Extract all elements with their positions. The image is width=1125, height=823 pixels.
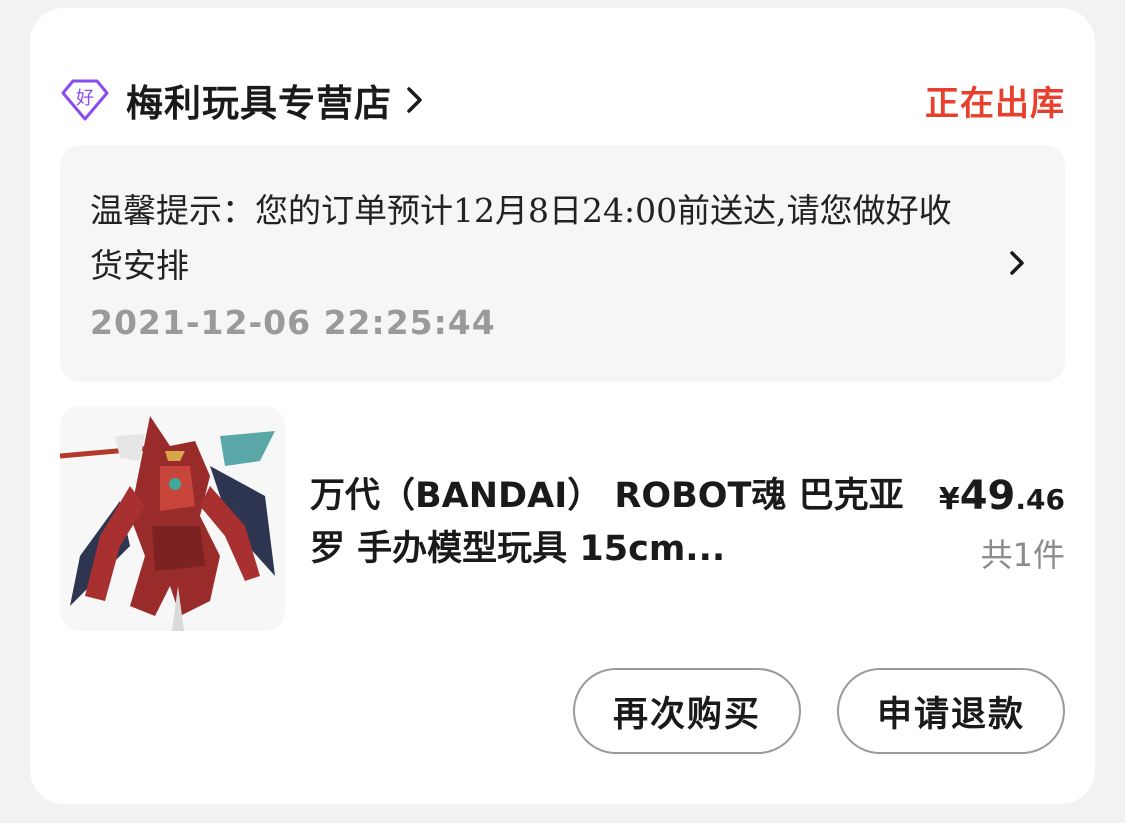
product-quantity: 共1件: [980, 536, 1065, 574]
price-integer: 49: [959, 473, 1016, 519]
delivery-tip[interactable]: 温馨提示：您的订单预计12月8日24:00前送达,请您做好收货安排 2021-1…: [60, 145, 1065, 382]
robot-figure-icon: [60, 406, 285, 631]
tip-timestamp: 2021-12-06 22:25:44: [90, 303, 496, 342]
shop-header[interactable]: 好 梅利玩具专营店 正在出库: [60, 68, 1065, 132]
shop-badge-icon: 好: [60, 75, 110, 125]
shop-name[interactable]: 梅利玩具专营店: [126, 73, 392, 127]
refund-button[interactable]: 申请退款: [837, 668, 1065, 754]
chevron-right-icon[interactable]: [406, 84, 428, 116]
order-card: 好 梅利玩具专营店 正在出库 温馨提示：您的订单预计12月8日24:00前送达,…: [30, 8, 1095, 804]
svg-text:好: 好: [76, 88, 94, 109]
price-symbol: ¥: [938, 482, 960, 517]
order-status: 正在出库: [925, 83, 1065, 124]
product-title[interactable]: 万代（BANDAI） ROBOT魂 巴克亚罗 手办模型玩具 15cm...: [310, 470, 920, 576]
tip-message: 温馨提示：您的订单预计12月8日24:00前送达,请您做好收货安排: [90, 191, 952, 285]
product-price: ¥49.46: [939, 473, 1065, 519]
product-image[interactable]: [60, 406, 285, 631]
rebuy-button[interactable]: 再次购买: [573, 668, 801, 754]
chevron-right-icon[interactable]: [1009, 249, 1027, 277]
price-decimal: .46: [1015, 483, 1065, 516]
